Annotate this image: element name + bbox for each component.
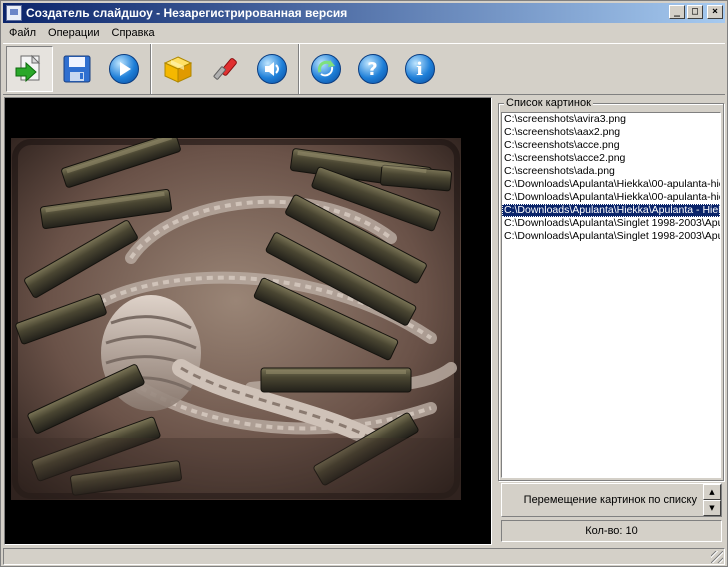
window-title: Создатель слайдшоу - Незарегистрированна…	[26, 6, 348, 20]
app-icon	[6, 5, 22, 21]
resize-grip[interactable]	[711, 551, 723, 563]
window-controls: _ □ ×	[669, 5, 723, 19]
list-item[interactable]: C:\screenshots\ada.png	[502, 165, 720, 178]
toolbar: ? i	[3, 43, 725, 95]
toolbar-group-file	[3, 44, 151, 94]
list-item[interactable]: C:\screenshots\acce2.png	[502, 152, 720, 165]
menu-help[interactable]: Справка	[106, 27, 161, 39]
sound-button[interactable]	[248, 46, 295, 92]
help-button[interactable]: ?	[349, 46, 396, 92]
move-images-label: Перемещение картинок по списку	[523, 494, 697, 506]
list-item[interactable]: C:\Downloads\Apulanta\Singlet 1998-2003\…	[502, 230, 720, 243]
list-item[interactable]: C:\Downloads\Apulanta\Hiekka\00-apulanta…	[502, 178, 720, 191]
help-icon: ?	[357, 54, 388, 84]
add-images-button[interactable]	[6, 46, 53, 92]
preview-image	[11, 138, 461, 500]
menu-file[interactable]: Файл	[3, 27, 42, 39]
menu-bar: Файл Операции Справка	[3, 24, 725, 42]
sound-icon	[256, 54, 287, 84]
close-button[interactable]: ×	[707, 5, 723, 19]
package-button[interactable]	[154, 46, 201, 92]
menu-operations[interactable]: Операции	[42, 27, 105, 39]
list-item[interactable]: C:\Downloads\Apulanta\Singlet 1998-2003\…	[502, 217, 720, 230]
toolbar-group-tools	[151, 44, 299, 94]
image-list-panel: Список картинок C:\screenshots\avira3.pn…	[498, 97, 724, 545]
list-item[interactable]: C:\screenshots\aax2.png	[502, 126, 720, 139]
image-list-group-label: Список картинок	[504, 97, 593, 109]
minimize-button[interactable]: _	[669, 5, 685, 19]
status-bar	[3, 548, 725, 565]
arrow-up-icon: ▲	[709, 487, 715, 496]
move-up-button[interactable]: ▲	[703, 484, 721, 500]
info-button[interactable]: i	[396, 46, 443, 92]
toolbar-group-help: ? i	[299, 44, 446, 94]
play-icon	[108, 54, 139, 84]
list-item[interactable]: C:\Downloads\Apulanta\Hiekka\00-apulanta…	[502, 191, 720, 204]
play-button[interactable]	[100, 46, 147, 92]
list-item-selected[interactable]: C:\Downloads\Apulanta\Hiekka\Apulanta - …	[502, 204, 720, 217]
title-bar[interactable]: Создатель слайдшоу - Незарегистрированна…	[3, 3, 725, 23]
move-down-button[interactable]: ▼	[703, 500, 721, 516]
image-count: Кол-во: 10	[501, 520, 722, 542]
move-images-control: Перемещение картинок по списку ▲ ▼	[501, 483, 722, 517]
move-spinner: ▲ ▼	[703, 484, 721, 516]
arrow-down-icon: ▼	[709, 503, 715, 512]
list-item[interactable]: C:\screenshots\acce.png	[502, 139, 720, 152]
save-icon	[63, 55, 90, 83]
settings-button[interactable]	[201, 46, 248, 92]
update-button[interactable]	[302, 46, 349, 92]
update-icon	[310, 54, 341, 84]
info-icon: i	[404, 54, 435, 84]
save-button[interactable]	[53, 46, 100, 92]
image-list[interactable]: C:\screenshots\avira3.png C:\screenshots…	[501, 112, 721, 478]
add-images-icon	[15, 54, 40, 83]
package-icon	[163, 56, 192, 83]
settings-icon	[212, 58, 237, 80]
slide-preview	[4, 97, 492, 545]
app-window: Создатель слайдшоу - Незарегистрированна…	[0, 0, 728, 567]
maximize-button[interactable]: □	[687, 5, 703, 19]
list-item[interactable]: C:\screenshots\avira3.png	[502, 113, 720, 126]
